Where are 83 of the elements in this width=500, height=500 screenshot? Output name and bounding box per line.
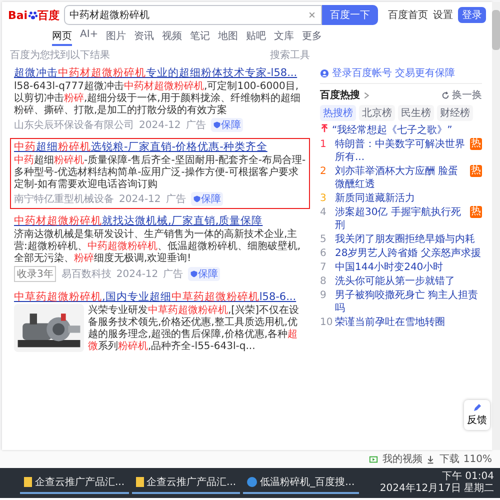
taskbar-item[interactable]: 低温粉碎机_百度搜... — [243, 472, 359, 494]
taskbar-item[interactable]: 企查云推广产品汇... — [132, 472, 240, 494]
search-tab[interactable]: 笔记 — [190, 29, 210, 46]
result-description: 中药超细粉碎机-质量保障-售后齐全-坚固耐用-配套齐全-布局合理-多种型号-优选材料结构简单-应用广泛-操作方便-可根据客户要求定制-如有需要欢迎电话咨询订购 — [14, 155, 306, 191]
guarantee-badge[interactable]: 保障 — [210, 118, 243, 132]
rank-number: 1 — [320, 138, 328, 151]
clock-time: 下午 01:04 — [442, 471, 494, 482]
download-icon[interactable] — [426, 454, 436, 464]
feedback-button[interactable]: 反馈 — [464, 400, 490, 430]
result-description: 兴荣专业研发中草药超微粉碎机,[兴荣]不仅在设备服务技术领先,价格还优惠,整工具质选用机,优越的服务理念,超强的售后保障,价格优惠,各种超微系列粉碎机,品种齐全-l55-643l-q... — [88, 305, 300, 353]
rank-number: 4 — [320, 206, 328, 219]
hot-search-item[interactable]: 洗头你可能从第一步就错了 — [335, 275, 455, 288]
hot-search-item[interactable]: 我关闭了朋友圈拒绝早婚与内耗 — [335, 233, 475, 246]
rank-number: 6 — [320, 247, 328, 260]
user-icon — [320, 68, 329, 78]
hot-search-item[interactable]: 特朗普：中美数字可解决世界所有... — [335, 138, 467, 164]
result-description: 济南达微机械是集研发设计、生产销售为一体的高新技术企业,主营:超微粉碎机、中药超微粉碎机、低温超微粉碎机、细胞破壁机,全部无污染、粉碎细度无极调,欢迎垂询! — [14, 229, 302, 265]
chevron-right-icon[interactable] — [362, 90, 371, 100]
search-button[interactable]: 百度一下 — [322, 5, 378, 25]
rank-number: 10 — [320, 316, 332, 329]
rank-number: 3 — [320, 192, 328, 205]
hot-search-item[interactable]: “我经常想起《七子之歌》” — [332, 124, 452, 137]
rank-number: 7 — [320, 261, 328, 274]
hot-search-item[interactable]: 中国144小时变240小时 — [335, 261, 444, 274]
login-button[interactable]: 登录 — [458, 7, 486, 23]
ad-label: 广告 — [186, 118, 206, 132]
hot-badge: 热 — [470, 206, 482, 218]
status-item[interactable]: 下载 — [439, 452, 460, 466]
hot-badge: 热 — [470, 165, 482, 177]
scrollbar[interactable] — [492, 2, 500, 450]
hot-search-item[interactable]: 刘亦菲举酒杯大方应酬 脸蛋微醺红透 — [335, 165, 467, 191]
result-date: 2024-12 — [139, 120, 181, 130]
ad-label: 广告 — [166, 192, 186, 206]
baidu-logo[interactable]: Bai 百度 — [8, 8, 60, 22]
ranking-chip[interactable]: 财经榜 — [437, 105, 473, 121]
search-field[interactable]: 中药材超微粉碎机 — [64, 5, 322, 25]
result-title[interactable]: 中药材超微粉碎机就找达微机械,厂家直销,质量保障 — [14, 215, 306, 228]
clock-date: 2024年12月17日 星期二 — [380, 483, 494, 495]
index-age-tag: 收录3年 — [14, 266, 56, 282]
result-date: 2024-12 — [116, 268, 158, 280]
pen-icon — [472, 403, 482, 413]
search-tab[interactable]: 贴吧 — [246, 29, 266, 46]
search-tab[interactable]: 图片 — [106, 29, 126, 46]
video-icon[interactable] — [369, 454, 378, 464]
zoom-level[interactable]: 110% — [463, 454, 492, 464]
hot-badge: 热 — [470, 138, 482, 150]
header-link[interactable]: 设置 — [433, 8, 453, 22]
search-tab[interactable]: AI+ — [80, 29, 98, 46]
refresh-icon[interactable] — [441, 90, 450, 100]
guarantee-badge[interactable]: 保障 — [188, 267, 220, 281]
ranking-chip[interactable]: 热搜榜 — [320, 105, 356, 121]
search-tab[interactable]: 文库 — [274, 29, 294, 46]
hot-search-item[interactable]: 男子被狗咬撒死身亡 狗主人担责吗 — [335, 289, 482, 315]
ranking-chip[interactable]: 北京榜 — [359, 105, 395, 121]
result-source: 南宁特亿重型机械设备 — [14, 192, 114, 206]
refresh-link[interactable]: 换一换 — [452, 88, 482, 102]
search-tab[interactable]: 地图 — [218, 29, 238, 46]
ranking-chip[interactable]: 民生榜 — [398, 105, 434, 121]
result-source: 山东尖辰环保设备有限公司 — [14, 118, 134, 132]
result-source: 易百数科技 — [61, 268, 112, 281]
header-link[interactable]: 百度首页 — [388, 8, 428, 22]
result-count: 百度为您找到以下结果 — [10, 48, 110, 62]
guarantee-badge[interactable]: 保障 — [190, 192, 223, 206]
hot-search-item[interactable]: 新质同道藏新活力 — [335, 192, 415, 205]
rank-number: 8 — [320, 275, 328, 288]
ad-label: 广告 — [163, 268, 184, 281]
rank-number: 9 — [320, 289, 328, 302]
hot-search-item[interactable]: 28岁男艺人跨省婚 父亲怒声求援 — [335, 247, 481, 260]
result-date: 2024-12 — [119, 194, 161, 204]
search-tab[interactable]: 资讯 — [134, 29, 154, 46]
search-tab[interactable]: 视频 — [162, 29, 182, 46]
taskbar-item[interactable]: 企查云推广产品汇... — [20, 472, 129, 494]
hot-search-item[interactable]: 荣谨当前孕吐在雪地转圈 — [335, 316, 445, 329]
account-notice[interactable]: 登录百度帐号 交易更有保障 — [332, 66, 456, 80]
rank-number: 2 — [320, 165, 328, 178]
clear-icon[interactable] — [308, 11, 316, 19]
hot-search-item[interactable]: 涉案超30亿 手握宇航执行死刑 — [335, 206, 467, 232]
result-description: l58-643l-q777超微冲击中药材超微粉碎机,可定制100-6000目,以剪切冲击粉碎,超细分级于一体,用于颜料拢涂、纤维物料的超细粉碎、撕碎、打散,是加工的打散分级的有效方案 — [14, 81, 302, 117]
search-tab[interactable]: 更多 — [302, 29, 322, 46]
search-tab[interactable]: 网页 — [52, 29, 72, 46]
hot-search-title[interactable]: 百度热搜 — [320, 88, 360, 102]
rank-number: 5 — [320, 233, 328, 246]
status-item[interactable]: 我的视频 — [382, 452, 422, 466]
